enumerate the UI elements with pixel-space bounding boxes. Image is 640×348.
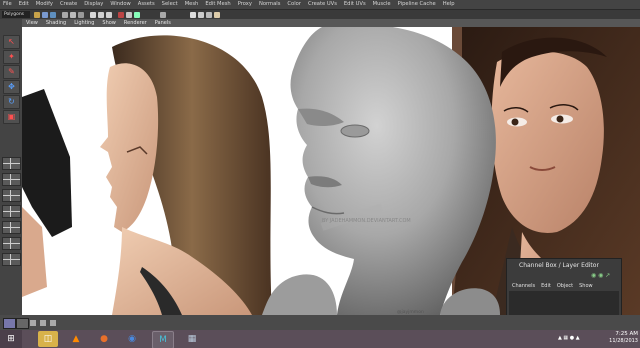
sidebar-toggle-icon[interactable]: [190, 12, 196, 18]
menu-create[interactable]: Create: [57, 0, 81, 9]
panel-menu-shading[interactable]: Shading: [42, 19, 70, 27]
select-tool-icon[interactable]: ↖: [3, 35, 20, 49]
menu-pipeline-cache[interactable]: Pipeline Cache: [395, 0, 440, 9]
layout-single-icon[interactable]: [2, 157, 21, 170]
channel-box-menu: Channels Edit Object Show: [509, 283, 596, 289]
panel-menu-show[interactable]: Show: [98, 19, 120, 27]
clock-time: 7:25 AM: [615, 331, 638, 337]
snap-to-point-icon[interactable]: [106, 12, 112, 18]
menu-proxy[interactable]: Proxy: [235, 0, 256, 9]
panel-menu-panels[interactable]: Panels: [151, 19, 175, 27]
watermark-text: BY JADEHAMMON.DEVIANTART.COM: [322, 218, 411, 224]
channel-box-title: Channel Box / Layer Editor: [519, 262, 599, 269]
rotate-tool-icon[interactable]: ↻: [3, 95, 20, 109]
toolbox: ↖ ✦ ✎ ✥ ↻ ▣: [0, 19, 23, 315]
start-button[interactable]: ⊞: [0, 330, 22, 348]
menu-file[interactable]: File: [0, 0, 16, 9]
system-tray-icons[interactable]: ▲ ▦ ● ▲: [558, 335, 580, 341]
menu-edit[interactable]: Edit: [16, 0, 33, 9]
menu-create-uvs[interactable]: Create UVs: [305, 0, 341, 9]
move-tool-icon[interactable]: ✥: [3, 80, 20, 94]
layout-graph-icon[interactable]: [2, 237, 21, 250]
lasso-tool-icon[interactable]: ✦: [3, 50, 20, 64]
menu-window[interactable]: Window: [107, 0, 134, 9]
menu-color[interactable]: Color: [284, 0, 305, 9]
clock-date: 11/28/2013: [609, 338, 638, 344]
panel-menu-view[interactable]: View: [22, 19, 42, 27]
tool-settings-icon[interactable]: [206, 12, 212, 18]
maya-bottom-bar: [0, 315, 640, 330]
chrome-icon[interactable]: ◉: [122, 331, 142, 347]
layout-two-side-icon[interactable]: [2, 189, 21, 202]
layout-hypershade-icon[interactable]: [2, 253, 21, 266]
reference-image-left: [22, 35, 272, 315]
paint-select-tool-icon[interactable]: ✎: [3, 65, 20, 79]
cb-menu-object[interactable]: Object: [554, 283, 576, 289]
panel-menu-bar: View Shading Lighting Show Renderer Pane…: [22, 19, 640, 27]
layout-four-icon[interactable]: [2, 173, 21, 186]
menu-edit-uvs[interactable]: Edit UVs: [341, 0, 370, 9]
menu-normals[interactable]: Normals: [256, 0, 284, 9]
layout-two-stacked-icon[interactable]: [2, 205, 21, 218]
snap-to-curve-icon[interactable]: [98, 12, 104, 18]
snap-to-grid-icon[interactable]: [90, 12, 96, 18]
layout-outliner-icon[interactable]: [2, 221, 21, 234]
file-explorer-icon[interactable]: ◫: [38, 331, 58, 347]
menu-assets[interactable]: Assets: [135, 0, 159, 9]
menu-muscle[interactable]: Muscle: [370, 0, 395, 9]
menu-modify[interactable]: Modify: [33, 0, 57, 9]
maya-application-window: File Edit Modify Create Display Window A…: [0, 0, 640, 348]
maya-icon[interactable]: M: [152, 331, 174, 348]
select-by-component-icon[interactable]: [78, 12, 84, 18]
ipr-render-icon[interactable]: [126, 12, 132, 18]
channel-box-icon[interactable]: [214, 12, 220, 18]
cb-menu-show[interactable]: Show: [576, 283, 596, 289]
new-scene-icon[interactable]: [34, 12, 40, 18]
menu-select[interactable]: Select: [159, 0, 182, 9]
input-line-icon[interactable]: [160, 12, 166, 18]
cb-menu-channels[interactable]: Channels: [509, 283, 538, 289]
vlc-icon[interactable]: ▲: [66, 331, 86, 347]
menu-help[interactable]: Help: [440, 0, 459, 9]
menu-edit-mesh[interactable]: Edit Mesh: [202, 0, 234, 9]
main-menu-bar: File Edit Modify Create Display Window A…: [0, 0, 640, 9]
panel-menu-lighting[interactable]: Lighting: [70, 19, 98, 27]
scale-tool-icon[interactable]: ▣: [3, 110, 20, 124]
select-by-object-icon[interactable]: [70, 12, 76, 18]
menu-set-selector[interactable]: Polygons: [2, 11, 30, 18]
save-scene-icon[interactable]: [50, 12, 56, 18]
close-panel-icon[interactable]: [50, 320, 56, 326]
firefox-icon[interactable]: ●: [94, 331, 114, 347]
open-scene-icon[interactable]: [42, 12, 48, 18]
panel-menu-renderer[interactable]: Renderer: [120, 19, 151, 27]
menu-display[interactable]: Display: [81, 0, 107, 9]
channel-box-tool-icons[interactable]: ◉ ◉ ↗: [591, 272, 610, 279]
script-editor-icon[interactable]: [3, 318, 16, 329]
cb-menu-edit[interactable]: Edit: [538, 283, 554, 289]
windows-taskbar: ⊞ ◫ ▲ ● ◉ M ▦ ▲ ▦ ● ▲ 7:25 AM 11/28/2013: [0, 330, 640, 348]
attribute-editor-icon[interactable]: [198, 12, 204, 18]
select-by-hierarchy-icon[interactable]: [62, 12, 68, 18]
minimized-window-icon[interactable]: [16, 318, 29, 329]
render-settings-icon[interactable]: [134, 12, 140, 18]
restore-icon[interactable]: [30, 320, 36, 326]
render-icon[interactable]: [118, 12, 124, 18]
maximize-icon[interactable]: [40, 320, 46, 326]
taskbar-clock[interactable]: 7:25 AM 11/28/2013: [609, 331, 638, 345]
clipboard-icon[interactable]: ▦: [182, 331, 202, 347]
menu-mesh[interactable]: Mesh: [182, 0, 203, 9]
